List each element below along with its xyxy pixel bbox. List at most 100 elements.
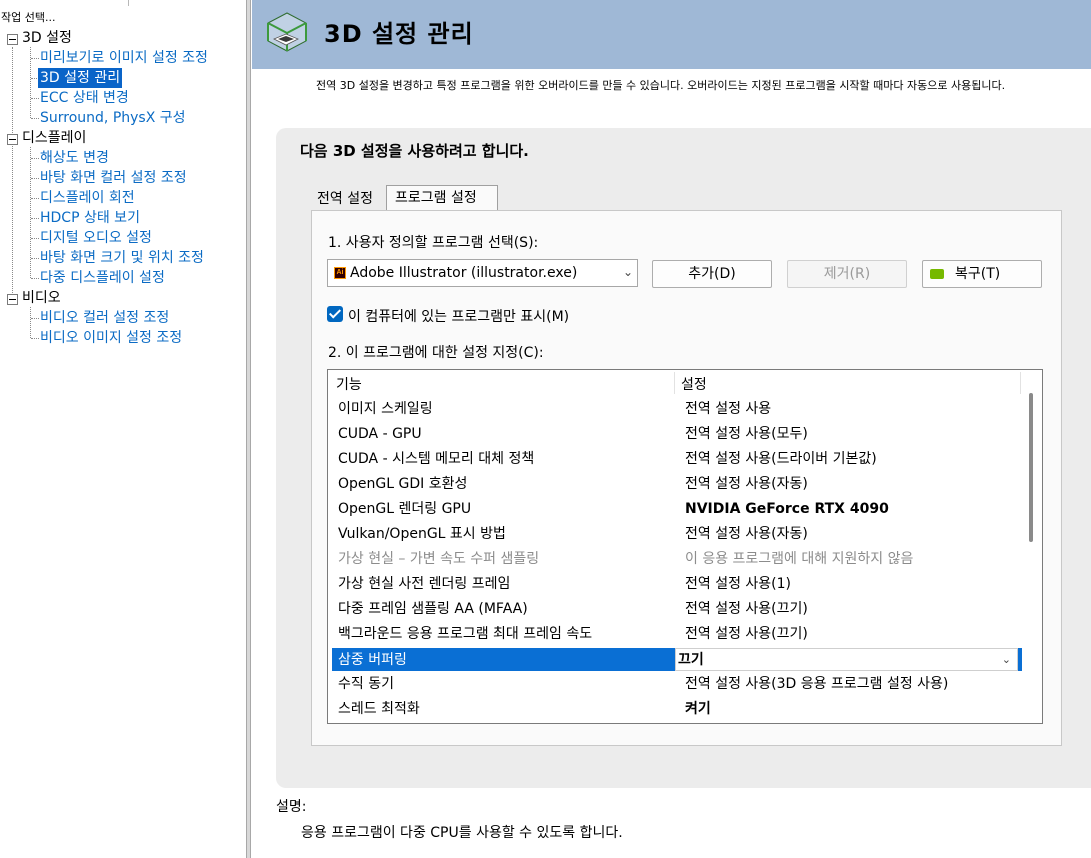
tree-line	[31, 318, 39, 319]
column-header-feature[interactable]: 기능	[336, 374, 362, 394]
tree-item-desktop-size-position[interactable]: 바탕 화면 크기 및 위치 조정	[40, 248, 204, 268]
vertical-scrollbar[interactable]	[1029, 393, 1033, 542]
task-pane-header: 작업 선택...	[0, 0, 247, 28]
feature-cell: Vulkan/OpenGL 표시 방법	[338, 526, 506, 542]
tree-line	[31, 58, 39, 59]
tree-item-manage-3d-settings[interactable]: 3D 설정 관리	[38, 68, 123, 88]
tree-line	[31, 158, 39, 159]
tree-item-multiple-displays[interactable]: 다중 디스플레이 설정	[40, 268, 165, 288]
feature-cell: OpenGL GDI 호환성	[338, 476, 468, 492]
feature-cell: 이미지 스케일링	[338, 401, 433, 417]
settings-grid[interactable]: 기능 설정 이미지 스케일링 전역 설정 사용 CUDA - GPU 전역 설정…	[327, 369, 1043, 724]
collapse-icon[interactable]	[7, 34, 18, 45]
program-select[interactable]: Ai Adobe Illustrator (illustrator.exe) ⌄	[327, 259, 638, 287]
pane-splitter[interactable]	[246, 0, 251, 858]
tree-line	[12, 47, 13, 299]
tree-item-change-ecc-state[interactable]: ECC 상태 변경	[40, 88, 129, 108]
remove-button[interactable]: 제거(R)	[787, 260, 907, 288]
table-row[interactable]: 수직 동기 전역 설정 사용(3D 응용 프로그램 설정 사용)	[332, 672, 1022, 696]
tree-item-preview-image-settings[interactable]: 미리보기로 이미지 설정 조정	[40, 48, 208, 68]
feature-cell: 스레드 최적화	[338, 701, 420, 717]
panel-heading: 다음 3D 설정을 사용하려고 합니다.	[300, 142, 529, 160]
tree-category-3d-settings[interactable]: 3D 설정	[22, 28, 72, 48]
setting-cell: 전역 설정 사용(자동)	[685, 476, 808, 492]
show-installed-programs-label[interactable]: 이 컴퓨터에 있는 프로그램만 표시(M)	[348, 306, 569, 326]
collapse-icon[interactable]	[7, 294, 18, 305]
tree-item-surround-physx[interactable]: Surround, PhysX 구성	[40, 108, 186, 128]
table-row[interactable]: CUDA - 시스템 메모리 대체 정책 전역 설정 사용(드라이버 기본값)	[332, 447, 1022, 471]
setting-dropdown-value: 끄기	[678, 652, 704, 668]
tree-line	[31, 198, 39, 199]
tree-line	[31, 98, 39, 99]
tree-line	[31, 258, 39, 259]
tree-item-video-color[interactable]: 비디오 컬러 설정 조정	[40, 308, 169, 328]
setting-cell: 전역 설정 사용(끄기)	[685, 601, 808, 617]
collapse-icon[interactable]	[7, 134, 18, 145]
restore-button-label: 복구(T)	[955, 266, 1001, 282]
table-row[interactable]: 가상 현실 사전 렌더링 프레임 전역 설정 사용(1)	[332, 572, 1022, 596]
page-title: 3D 설정 관리	[324, 20, 474, 48]
table-row[interactable]: 이미지 스케일링 전역 설정 사용	[332, 397, 1022, 421]
table-row[interactable]: 스레드 최적화 켜기	[332, 697, 1022, 721]
setting-cell: 전역 설정 사용	[685, 401, 772, 417]
add-button[interactable]: 추가(D)	[652, 260, 772, 288]
tree-item-digital-audio[interactable]: 디지털 오디오 설정	[40, 228, 152, 248]
nvidia-icon	[930, 269, 944, 279]
tree-line	[31, 218, 39, 219]
tree-line	[31, 238, 39, 239]
feature-cell: 가상 현실 사전 렌더링 프레임	[338, 576, 511, 592]
table-row[interactable]: Vulkan/OpenGL 표시 방법 전역 설정 사용(자동)	[332, 522, 1022, 546]
show-installed-programs-checkbox[interactable]	[327, 306, 343, 322]
tree-item-hdcp-status[interactable]: HDCP 상태 보기	[40, 208, 140, 228]
table-row[interactable]: 백그라운드 응용 프로그램 최대 프레임 속도 전역 설정 사용(끄기)	[332, 622, 1022, 646]
step1-label: 1. 사용자 정의할 프로그램 선택(S):	[328, 235, 539, 251]
table-row[interactable]: 다중 프레임 샘플링 AA (MFAA) 전역 설정 사용(끄기)	[332, 597, 1022, 621]
feature-cell: 가상 현실 – 가변 속도 수퍼 샘플링	[338, 551, 540, 567]
setting-cell: 전역 설정 사용(1)	[685, 576, 792, 592]
step2-label: 2. 이 프로그램에 대한 설정 지정(C):	[328, 345, 544, 361]
description-label: 설명:	[276, 799, 307, 815]
tree-line	[31, 178, 39, 179]
3d-cube-icon	[267, 12, 307, 52]
tree-item-desktop-color[interactable]: 바탕 화면 컬러 설정 조정	[40, 168, 187, 188]
feature-cell: 백그라운드 응용 프로그램 최대 프레임 속도	[338, 626, 593, 642]
tree-item-rotate-display[interactable]: 디스플레이 회전	[40, 188, 135, 208]
feature-cell: OpenGL 렌더링 GPU	[338, 501, 472, 517]
restore-button[interactable]: 복구(T)	[922, 260, 1042, 288]
divider	[128, 0, 129, 6]
feature-cell: CUDA - 시스템 메모리 대체 정책	[338, 451, 535, 467]
feature-cell: 삼중 버퍼링	[338, 652, 407, 668]
tree-line	[31, 338, 39, 339]
tree-line	[30, 307, 31, 338]
tree-category-display[interactable]: 디스플레이	[22, 128, 86, 148]
column-header-setting[interactable]: 설정	[681, 374, 707, 394]
chevron-down-icon: ⌄	[1001, 653, 1011, 666]
setting-cell: 전역 설정 사용(끄기)	[685, 626, 808, 642]
tab-global-settings[interactable]: 전역 설정	[312, 187, 385, 211]
feature-cell: CUDA - GPU	[338, 426, 422, 442]
setting-cell: 켜기	[685, 701, 711, 717]
tree-item-video-image[interactable]: 비디오 이미지 설정 조정	[40, 328, 182, 348]
table-row[interactable]: CUDA - GPU 전역 설정 사용(모두)	[332, 422, 1022, 446]
feature-cell: 수직 동기	[338, 676, 394, 692]
tree-line	[31, 278, 39, 279]
setting-dropdown[interactable]: 끄기 ⌄	[675, 648, 1018, 671]
column-separator[interactable]	[1020, 372, 1021, 394]
task-pane-title: 작업 선택...	[1, 11, 56, 24]
setting-cell: 전역 설정 사용(자동)	[685, 526, 808, 542]
table-row: 가상 현실 – 가변 속도 수퍼 샘플링 이 응용 프로그램에 대해 지원하지 …	[332, 547, 1022, 571]
tree-category-video[interactable]: 비디오	[22, 288, 61, 308]
tab-program-settings[interactable]: 프로그램 설정	[386, 185, 498, 211]
column-separator[interactable]	[674, 372, 675, 394]
setting-cell: 전역 설정 사용(3D 응용 프로그램 설정 사용)	[685, 676, 949, 692]
tree-item-change-resolution[interactable]: 해상도 변경	[40, 148, 109, 168]
page-description: 전역 3D 설정을 변경하고 특정 프로그램을 위한 오버라이드를 만들 수 있…	[316, 79, 1006, 92]
task-pane: 작업 선택... 3D 설정 미리보기로 이미지 설정 조정 3D 설정 관리 …	[0, 0, 247, 858]
table-row[interactable]: OpenGL 렌더링 GPU NVIDIA GeForce RTX 4090	[332, 497, 1022, 521]
setting-cell: NVIDIA GeForce RTX 4090	[685, 501, 889, 517]
tree-line	[31, 118, 39, 119]
setting-cell: 전역 설정 사용(드라이버 기본값)	[685, 451, 877, 467]
table-row-selected[interactable]: 삼중 버퍼링 끄기 ⌄	[332, 648, 1022, 671]
table-row[interactable]: OpenGL GDI 호환성 전역 설정 사용(자동)	[332, 472, 1022, 496]
adobe-illustrator-icon: Ai	[334, 267, 346, 279]
